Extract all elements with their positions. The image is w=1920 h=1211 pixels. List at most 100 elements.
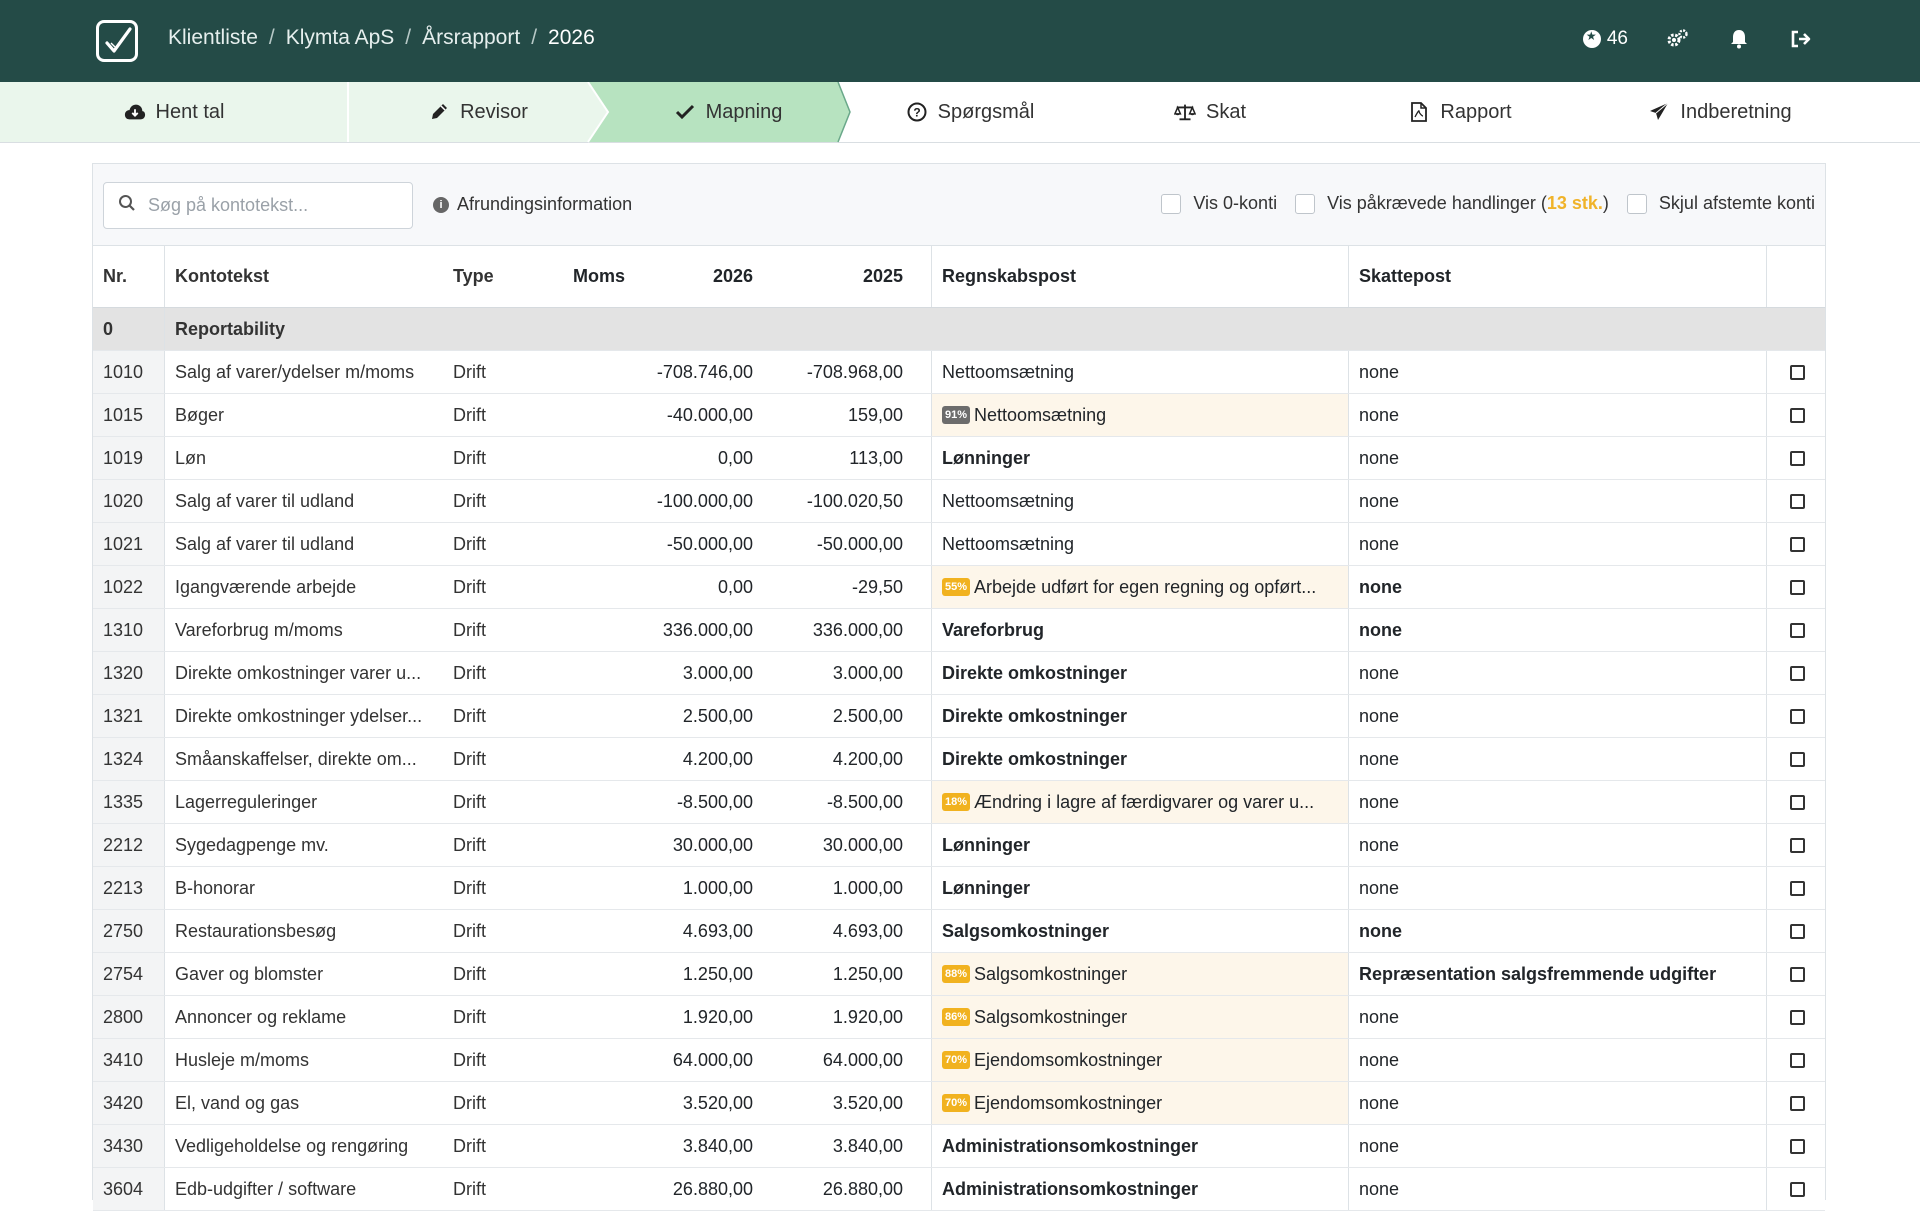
table-row[interactable]: 1019 Løn Drift 0,00 113,00 Lønninger none <box>93 437 1825 480</box>
credits-counter[interactable]: 46 <box>1582 28 1628 50</box>
step-skat[interactable]: Skat <box>1090 82 1330 142</box>
regnskabspost-cell[interactable]: Salgsomkostninger <box>931 910 1349 952</box>
logout-icon[interactable] <box>1788 26 1814 52</box>
regnskabspost-cell[interactable]: 86% Salgsomkostninger <box>931 996 1349 1038</box>
table-row[interactable]: 2750 Restaurationsbesøg Drift 4.693,00 4.693… <box>93 910 1825 953</box>
skattepost-cell[interactable]: none <box>1349 609 1767 651</box>
regnskabspost-cell[interactable]: Lønninger <box>931 867 1349 909</box>
table-row[interactable]: 2212 Sygedagpenge mv. Drift 30.000,00 30.000… <box>93 824 1825 867</box>
table-row[interactable]: 1321 Direkte omkostninger ydelser... Drift… <box>93 695 1825 738</box>
table-row[interactable]: 2800 Annoncer og reklame Drift 1.920,00 1.92… <box>93 996 1825 1039</box>
skattepost-cell[interactable]: none <box>1349 652 1767 694</box>
row-select[interactable] <box>1767 953 1827 995</box>
row-checkbox[interactable] <box>1789 364 1805 380</box>
regnskabspost-cell[interactable]: Nettoomsætning <box>931 523 1349 565</box>
row-select[interactable] <box>1767 609 1827 651</box>
step-indberetning[interactable]: Indberetning <box>1590 82 1850 142</box>
regnskabspost-cell[interactable]: Lønninger <box>931 437 1349 479</box>
column-header-2026[interactable]: 2026 <box>653 246 763 307</box>
show-zero-accounts-toggle[interactable]: Vis 0-konti <box>1161 193 1277 214</box>
skattepost-cell[interactable]: none <box>1349 781 1767 823</box>
skattepost-cell[interactable]: none <box>1349 437 1767 479</box>
breadcrumb-company[interactable]: Klymta ApS <box>286 26 395 50</box>
row-select[interactable] <box>1767 1125 1827 1167</box>
skattepost-cell[interactable]: none <box>1349 1168 1767 1210</box>
skattepost-cell[interactable]: none <box>1349 523 1767 565</box>
regnskabspost-cell[interactable]: 18% Ændring i lagre af færdigvarer og var… <box>931 781 1349 823</box>
search-box[interactable] <box>103 182 413 229</box>
skattepost-cell[interactable]: none <box>1349 996 1767 1038</box>
table-row[interactable]: 1015 Bøger Drift -40.000,00 159,00 91% Nettoom… <box>93 394 1825 437</box>
regnskabspost-cell[interactable]: 70% Ejendomsomkostninger <box>931 1039 1349 1081</box>
row-checkbox[interactable] <box>1789 450 1805 466</box>
table-row[interactable]: 3420 El, vand og gas Drift 3.520,00 3.520,00… <box>93 1082 1825 1125</box>
table-row[interactable]: 1021 Salg af varer til udland Drift -50.000… <box>93 523 1825 566</box>
row-checkbox[interactable] <box>1789 966 1805 982</box>
row-select[interactable] <box>1767 695 1827 737</box>
row-checkbox[interactable] <box>1789 751 1805 767</box>
row-checkbox[interactable] <box>1789 622 1805 638</box>
checkbox[interactable] <box>1295 193 1316 214</box>
skattepost-cell[interactable]: none <box>1349 351 1767 393</box>
row-select[interactable] <box>1767 1168 1827 1210</box>
skattepost-cell[interactable]: none <box>1349 867 1767 909</box>
regnskabspost-cell[interactable]: Vareforbrug <box>931 609 1349 651</box>
column-header-skattepost[interactable]: Skattepost <box>1349 246 1767 307</box>
row-select[interactable] <box>1767 824 1827 866</box>
row-select[interactable] <box>1767 1039 1827 1081</box>
row-checkbox[interactable] <box>1789 665 1805 681</box>
table-row[interactable]: 3430 Vedligeholdelse og rengøring Drift 3.8… <box>93 1125 1825 1168</box>
show-required-actions-toggle[interactable]: Vis påkrævede handlinger (13 stk.) <box>1295 193 1609 214</box>
row-checkbox[interactable] <box>1789 1181 1805 1197</box>
skattepost-cell[interactable]: none <box>1349 1082 1767 1124</box>
regnskabspost-cell[interactable]: Direkte omkostninger <box>931 695 1349 737</box>
hide-reconciled-toggle[interactable]: Skjul afstemte konti <box>1626 193 1815 214</box>
row-checkbox[interactable] <box>1789 708 1805 724</box>
row-checkbox[interactable] <box>1789 880 1805 896</box>
app-logo-icon[interactable] <box>96 20 138 62</box>
step-mapning[interactable]: Mapning <box>608 82 848 142</box>
skattepost-cell[interactable]: none <box>1349 910 1767 952</box>
table-row[interactable]: 1010 Salg af varer/ydelser m/moms Drift -70… <box>93 351 1825 394</box>
row-select[interactable] <box>1767 652 1827 694</box>
skattepost-cell[interactable]: none <box>1349 394 1767 436</box>
table-row[interactable]: 1022 Igangværende arbejde Drift 0,00 -29,50 5… <box>93 566 1825 609</box>
breadcrumb-annual-report[interactable]: Årsrapport <box>422 26 520 50</box>
column-header-2025[interactable]: 2025 <box>763 246 913 307</box>
regnskabspost-cell[interactable]: 55% Arbejde udført for egen regning og op… <box>931 566 1349 608</box>
regnskabspost-cell[interactable]: 70% Ejendomsomkostninger <box>931 1082 1349 1124</box>
column-header-nr[interactable]: Nr. <box>93 246 165 307</box>
column-header-regnskabspost[interactable]: Regnskabspost <box>931 246 1349 307</box>
row-select[interactable] <box>1767 738 1827 780</box>
checkbox[interactable] <box>1161 193 1182 214</box>
row-checkbox[interactable] <box>1789 1009 1805 1025</box>
regnskabspost-cell[interactable]: Nettoomsætning <box>931 480 1349 522</box>
row-checkbox[interactable] <box>1789 923 1805 939</box>
breadcrumb-client-list[interactable]: Klientliste <box>168 26 258 50</box>
skattepost-cell[interactable]: none <box>1349 1125 1767 1167</box>
step-rapport[interactable]: Rapport <box>1330 82 1590 142</box>
row-select[interactable] <box>1767 437 1827 479</box>
rounding-info[interactable]: i Afrundingsinformation <box>433 194 632 215</box>
regnskabspost-cell[interactable]: Lønninger <box>931 824 1349 866</box>
skattepost-cell[interactable]: none <box>1349 695 1767 737</box>
row-checkbox[interactable] <box>1789 1138 1805 1154</box>
row-select[interactable] <box>1767 394 1827 436</box>
table-row[interactable]: 2754 Gaver og blomster Drift 1.250,00 1.250,… <box>93 953 1825 996</box>
row-select[interactable] <box>1767 523 1827 565</box>
row-checkbox[interactable] <box>1789 536 1805 552</box>
checkbox[interactable] <box>1626 193 1647 214</box>
table-row[interactable]: 3604 Edb-udgifter / software Drift 26.880,0… <box>93 1168 1825 1211</box>
skattepost-cell[interactable]: none <box>1349 1039 1767 1081</box>
table-row[interactable]: 2213 B-honorar Drift 1.000,00 1.000,00 Lønnin… <box>93 867 1825 910</box>
step-hent-tal[interactable]: Hent tal <box>0 82 348 142</box>
row-checkbox[interactable] <box>1789 407 1805 423</box>
skattepost-cell[interactable]: none <box>1349 738 1767 780</box>
regnskabspost-cell[interactable]: Administrationsomkostninger <box>931 1125 1349 1167</box>
row-select[interactable] <box>1767 566 1827 608</box>
skattepost-cell[interactable]: none <box>1349 824 1767 866</box>
search-input[interactable] <box>148 195 388 216</box>
table-row[interactable]: 3410 Husleje m/moms Drift 64.000,00 64.000,0… <box>93 1039 1825 1082</box>
row-select[interactable] <box>1767 867 1827 909</box>
skattepost-cell[interactable]: none <box>1349 480 1767 522</box>
